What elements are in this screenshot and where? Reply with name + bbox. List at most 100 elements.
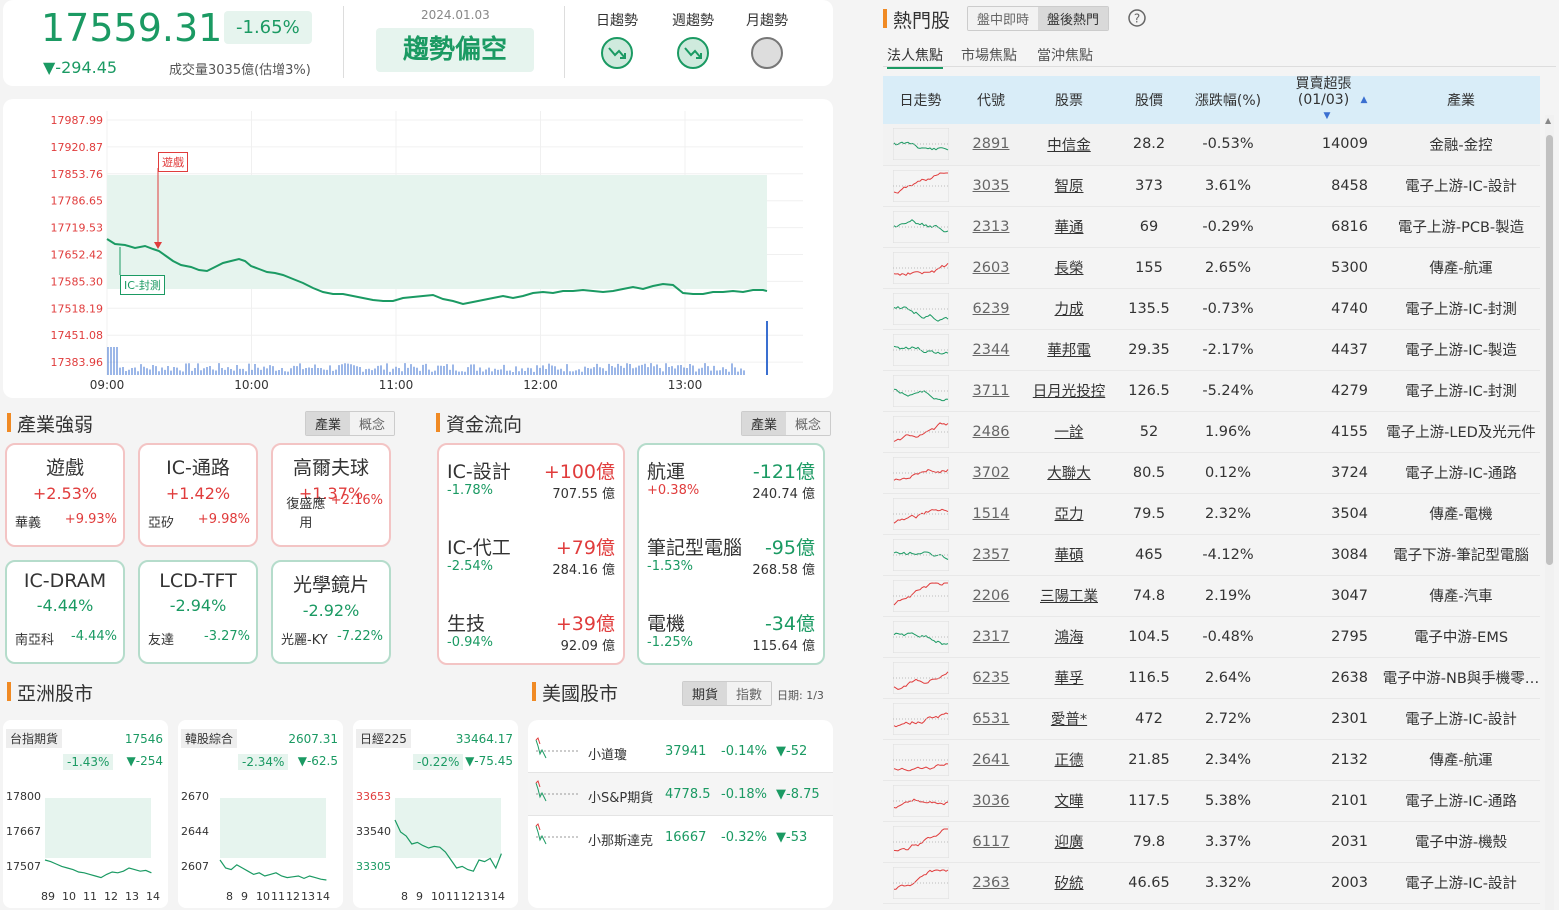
tab-concept[interactable]: 概念 [350,412,395,435]
fundflow-pct: -1.78% [447,483,493,498]
stock-code[interactable]: 2641 [958,739,1024,781]
table-row[interactable]: 6117 迎廣 79.8 3.37% 2031 電子中游-機殼 [883,821,1540,863]
scrollbar-track[interactable] [1545,115,1554,910]
table-row[interactable]: 6239 力成 135.5 -0.73% 4740 電子上游-IC-封測 [883,288,1540,330]
table-row[interactable]: 3711 日月光投控 126.5 -5.24% 4279 電子上游-IC-封測 [883,370,1540,412]
stock-name[interactable]: 迎廣 [1024,821,1114,863]
tab-institutional[interactable]: 法人焦點 [887,45,943,69]
table-row[interactable]: 2317 鴻海 104.5 -0.48% 2795 電子中游-EMS [883,616,1540,658]
fundflow-item[interactable]: 電機 -34億 -1.25% 115.64 億 [647,609,815,669]
table-row[interactable]: 1514 亞力 79.5 2.32% 3504 傳產-電機 [883,493,1540,535]
industry-card[interactable]: 光學鏡片 -2.92% 光麗-KY -7.22% [271,560,391,664]
stock-name[interactable]: 日月光投控 [1024,370,1114,412]
us-market-row[interactable]: 小那斯達克 16667 -0.32% ▼-53 [528,816,833,859]
table-row[interactable]: 2357 華碩 465 -4.12% 3084 電子下游-筆記型電腦 [883,534,1540,576]
stock-code[interactable]: 6235 [958,657,1024,699]
stock-name[interactable]: 華通 [1024,206,1114,248]
table-row[interactable]: 2486 一詮 52 1.96% 4155 電子上游-LED及光元件 [883,411,1540,453]
scroll-up-arrow[interactable]: ▲ [1545,116,1551,125]
header-net: 買賣超張(01/03) [1295,76,1352,108]
table-row[interactable]: 2603 長榮 155 2.65% 5300 傳產-航運 [883,247,1540,289]
table-row[interactable]: 2363 矽統 46.65 3.32% 2003 電子上游-IC-設計 [883,862,1540,904]
stock-name[interactable]: 三陽工業 [1024,575,1114,617]
stock-code[interactable]: 3036 [958,780,1024,822]
stock-code[interactable]: 2603 [958,247,1024,289]
tab-industry[interactable]: 產業 [306,412,351,435]
stock-code[interactable]: 2891 [958,124,1024,166]
asia-market-card[interactable]: 韓股綜合 2607.31 -2.34% ▼-62.5 2670 2644 2607 8 9 10 1… [178,720,343,908]
x-tick: 12 [104,890,118,903]
industry-card[interactable]: IC-通路 +1.42% 亞矽 +9.98% [138,443,258,547]
industry-card[interactable]: IC-DRAM -4.44% 南亞科 -4.44% [5,560,125,664]
stock-code[interactable]: 6117 [958,821,1024,863]
stock-code[interactable]: 3035 [958,165,1024,207]
hot-stocks-table: 日走勢 代號 股票 股價 漲跌幅(%) 買賣超張(01/03) ▲ ▼ 產業 289… [883,76,1540,904]
scrollbar-thumb[interactable] [1546,135,1553,565]
table-row[interactable]: 3702 大聯大 80.5 0.12% 3724 電子上游-IC-通路 [883,452,1540,494]
table-row[interactable]: 6531 愛普* 472 2.72% 2301 電子上游-IC-設計 [883,698,1540,740]
stock-code[interactable]: 2486 [958,411,1024,453]
tab-daytrade[interactable]: 當沖焦點 [1037,45,1093,65]
tab-concept[interactable]: 概念 [786,412,831,435]
table-row[interactable]: 3036 文曄 117.5 5.38% 2101 電子上游-IC-通路 [883,780,1540,822]
stock-name[interactable]: 華孚 [1024,657,1114,699]
table-row[interactable]: 2313 華通 69 -0.29% 6816 電子上游-PCB-製造 [883,206,1540,248]
stock-code[interactable]: 1514 [958,493,1024,535]
stock-name[interactable]: 正德 [1024,739,1114,781]
stock-code[interactable]: 3711 [958,370,1024,412]
table-row[interactable]: 2641 正德 21.85 2.34% 2132 傳產-航運 [883,739,1540,781]
stock-name[interactable]: 智原 [1024,165,1114,207]
stock-name[interactable]: 一詮 [1024,411,1114,453]
table-row[interactable]: 6235 華孚 116.5 2.64% 2638 電子中游-NB與手機零… [883,657,1540,699]
mode-after-hours[interactable]: 盤後熱門 [1038,7,1109,30]
fundflow-item[interactable]: 筆記型電腦 -95億 -1.53% 268.58 億 [647,533,815,593]
stock-name[interactable]: 華邦電 [1024,329,1114,371]
stock-name[interactable]: 長榮 [1024,247,1114,289]
stock-code[interactable]: 2313 [958,206,1024,248]
header-net-sort[interactable]: 買賣超張(01/03) ▲ ▼ [1272,76,1382,124]
help-icon[interactable]: ? [1127,8,1147,28]
stock-code[interactable]: 6239 [958,288,1024,330]
outflow-box: 航運 -121億 +0.38% 240.74 億筆記型電腦 -95億 -1.53% 268.… [637,443,825,665]
industry-card[interactable]: LCD-TFT -2.94% 友達 -3.27% [138,560,258,664]
ic-flag[interactable]: IC-封測 [120,275,165,295]
stock-name[interactable]: 文曄 [1024,780,1114,822]
fundflow-item[interactable]: IC-代工 +79億 -2.54% 284.16 億 [447,533,615,593]
asia-market-card[interactable]: 日經225 33464.17 -0.22% ▼-75.45 33653 33540 3330… [353,720,518,908]
game-flag[interactable]: 遊戲 [158,152,188,172]
stock-code[interactable]: 3702 [958,452,1024,494]
stock-code[interactable]: 6531 [958,698,1024,740]
fundflow-item[interactable]: IC-設計 +100億 -1.78% 707.55 億 [447,457,615,517]
fundflow-item[interactable]: 航運 -121億 +0.38% 240.74 億 [647,457,815,517]
table-row[interactable]: 3035 智原 373 3.61% 8458 電子上游-IC-設計 [883,165,1540,207]
stock-code[interactable]: 2357 [958,534,1024,576]
us-market-row[interactable]: 小道瓊 37941 -0.14% ▼-52 [528,730,833,773]
stock-code[interactable]: 2363 [958,862,1024,904]
stock-name[interactable]: 亞力 [1024,493,1114,535]
table-row[interactable]: 2206 三陽工業 74.8 2.19% 3047 傳產-汽車 [883,575,1540,617]
tab-industry[interactable]: 產業 [742,412,787,435]
us-market-row[interactable]: 小S&P期貨 4778.5 -0.18% ▼-8.75 [528,773,833,816]
industry-card[interactable]: 高爾夫球 +1.37% 復盛應用 +2.16% [271,443,391,547]
tab-index[interactable]: 指數 [727,682,772,705]
stock-name[interactable]: 中信金 [1024,124,1114,166]
stock-code[interactable]: 2206 [958,575,1024,617]
table-row[interactable]: 2891 中信金 28.2 -0.53% 14009 金融-金控 [883,124,1540,166]
stock-name[interactable]: 鴻海 [1024,616,1114,658]
stock-name[interactable]: 華碩 [1024,534,1114,576]
tab-market[interactable]: 市場焦點 [961,45,1017,65]
tab-futures[interactable]: 期貨 [683,682,728,705]
stock-code[interactable]: 2344 [958,329,1024,371]
asia-market-card[interactable]: 台指期貨 17546 -1.43% ▼-254 17800 17667 17507 89 10 1… [3,720,168,908]
y-tick: 2644 [181,825,209,838]
stock-name[interactable]: 大聯大 [1024,452,1114,494]
fundflow-item[interactable]: 生技 +39億 -0.94% 92.09 億 [447,609,615,669]
y-tick: 33305 [356,860,391,873]
mode-intraday[interactable]: 盤中即時 [968,7,1039,30]
industry-card[interactable]: 遊戲 +2.53% 華義 +9.93% [5,443,125,547]
stock-name[interactable]: 力成 [1024,288,1114,330]
table-row[interactable]: 2344 華邦電 29.35 -2.17% 4437 電子上游-IC-製造 [883,329,1540,371]
stock-name[interactable]: 矽統 [1024,862,1114,904]
stock-name[interactable]: 愛普* [1024,698,1114,740]
stock-code[interactable]: 2317 [958,616,1024,658]
